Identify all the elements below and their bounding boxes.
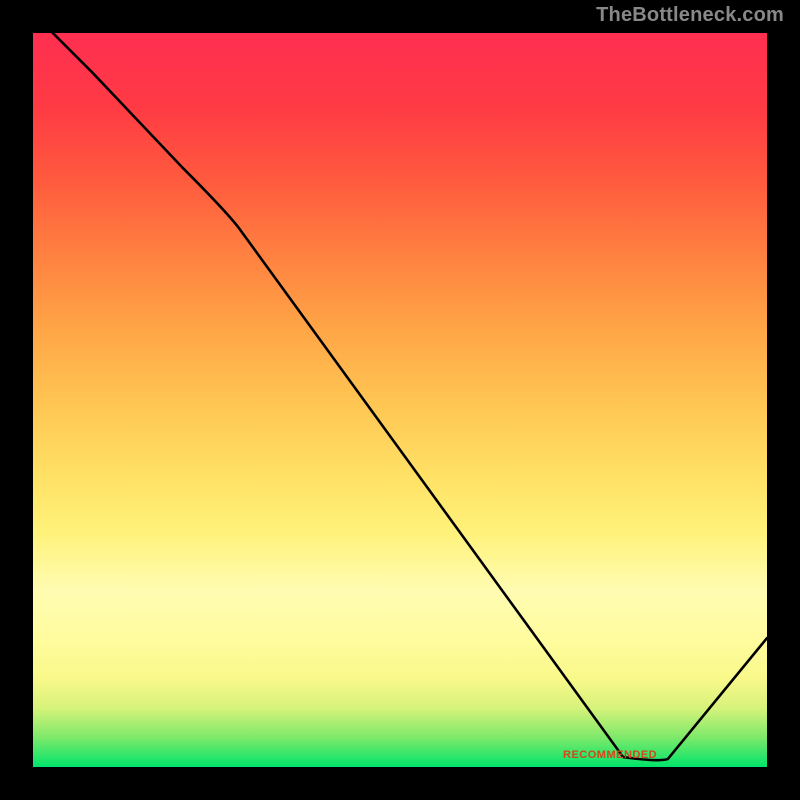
heat-gradient-background: [33, 33, 767, 767]
chart-stage: TheBottleneck.com RECOMMENDED: [0, 0, 800, 800]
watermark-text: TheBottleneck.com: [596, 4, 784, 27]
recommended-marker: RECOMMENDED: [563, 749, 657, 761]
plot-area: RECOMMENDED: [30, 30, 770, 770]
